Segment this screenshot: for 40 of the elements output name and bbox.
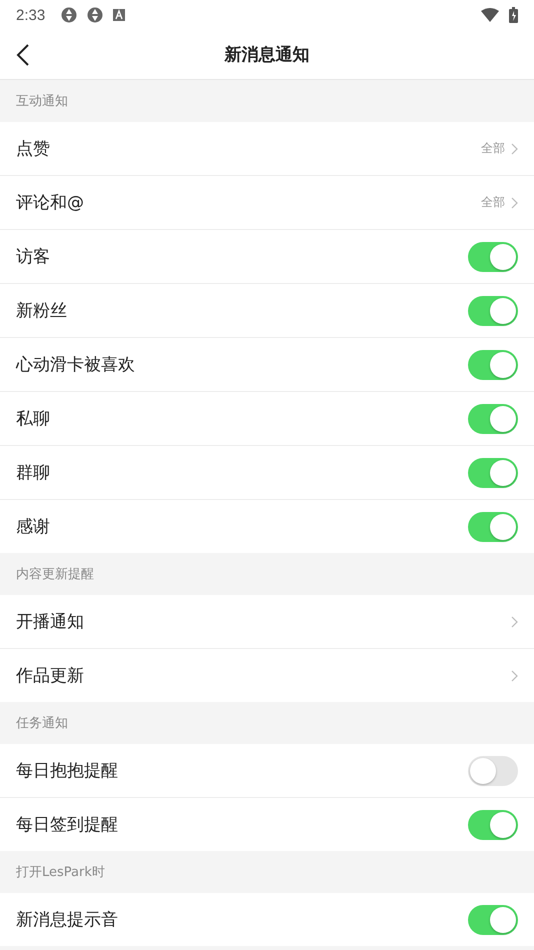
chevron-icon [511,142,518,154]
toggle-switch[interactable] [468,512,518,542]
setting-label: 私聊 [16,408,51,430]
section-title: 打开LesPark时 [16,864,105,881]
setting-label: 点赞 [16,138,51,160]
toggle-switch[interactable] [468,904,518,934]
setting-label: 访客 [16,246,51,268]
toggle-switch[interactable] [468,242,518,272]
setting-label: 新消息提示音 [16,909,119,931]
page-title: 新消息通知 [224,44,310,66]
app-icon [61,7,78,23]
section-title: 任务通知 [16,715,68,732]
toggle-switch[interactable] [468,404,518,434]
setting-label: 每日抱抱提醒 [16,760,119,782]
setting-label: 作品更新 [16,665,85,687]
chevron-icon [511,670,518,682]
setting-label: 感谢 [16,516,51,538]
wifi-icon [481,8,499,22]
section-title: 互动通知 [16,93,68,110]
back-icon[interactable] [16,43,30,67]
section-title: 内容更新提醒 [16,566,94,583]
setting-label: 群聊 [16,462,51,484]
toggle-switch[interactable] [468,350,518,380]
value-text: 全部 [481,140,505,157]
chevron-icon [511,616,518,628]
toggle-switch[interactable] [468,296,518,326]
chevron-icon [511,196,518,208]
keyboard-icon [113,9,126,21]
status-time: 2:33 [16,6,46,24]
app-icon [87,7,104,23]
setting-label: 评论和@ [16,192,85,214]
value-text: 全部 [481,194,505,211]
setting-label: 每日签到提醒 [16,814,119,836]
setting-label: 新粉丝 [16,300,68,322]
toggle-switch[interactable] [468,458,518,488]
toggle-switch[interactable] [468,810,518,840]
setting-label: 开播通知 [16,611,85,633]
battery-icon [509,7,518,23]
toggle-switch[interactable] [468,756,518,786]
setting-label: 心动滑卡被喜欢 [16,354,136,376]
